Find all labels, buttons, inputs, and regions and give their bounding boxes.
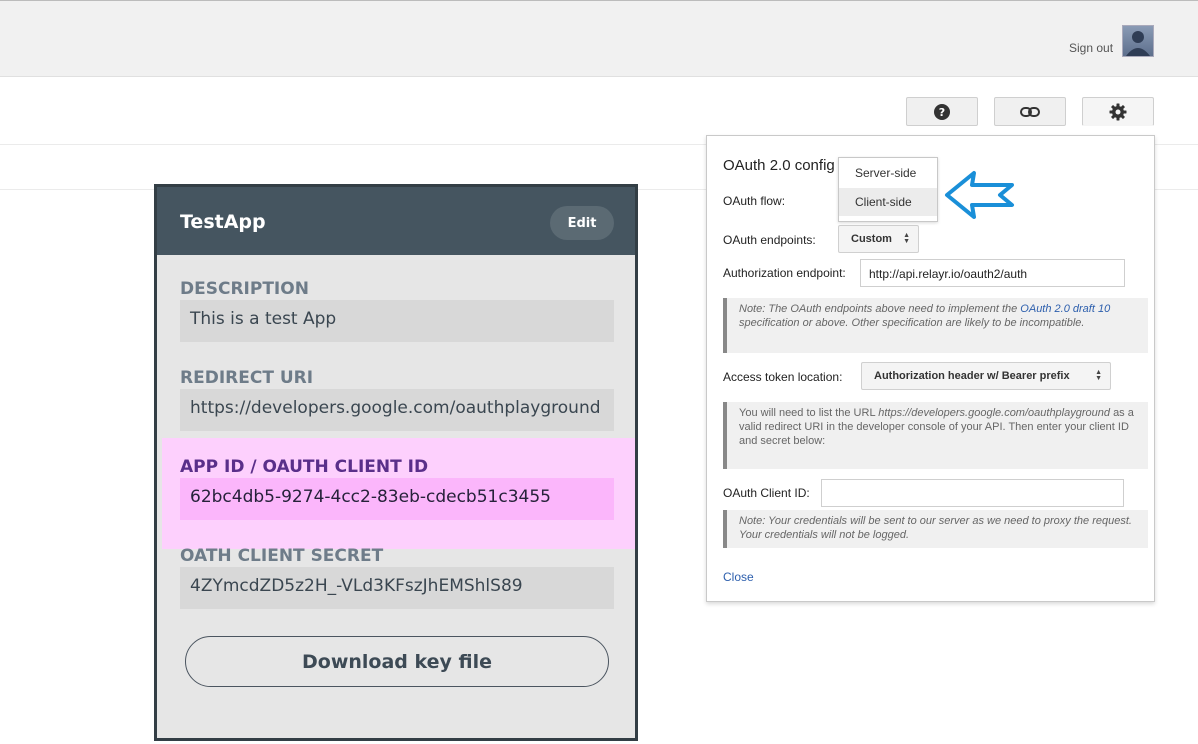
link-icon bbox=[1020, 106, 1040, 117]
access-token-location-select[interactable]: Authorization header w/ Bearer prefix ▲ ▼ bbox=[861, 362, 1111, 390]
client-id-value: 62bc4db5-9274-4cc2-83eb-cdecb51c3455 bbox=[180, 478, 614, 520]
settings-button[interactable] bbox=[1082, 97, 1154, 126]
oauth-endpoints-value: Custom bbox=[851, 233, 892, 245]
oauth-flow-label: OAuth flow: bbox=[723, 194, 786, 208]
note-text: specification or above. Other specificat… bbox=[739, 317, 1085, 329]
app-card-header: TestApp Edit bbox=[157, 187, 635, 255]
note-url: https://developers.google.com/oauthplayg… bbox=[878, 407, 1110, 419]
credentials-note: Note: Your credentials will be sent to o… bbox=[723, 510, 1148, 548]
oauth-flow-dropdown[interactable]: Server-side Client-side bbox=[838, 157, 938, 222]
pointer-arrow-icon bbox=[945, 171, 1014, 219]
redirect-url-note: You will need to list the URL https://de… bbox=[723, 402, 1148, 469]
client-secret-value: 4ZYmcdZD5z2H_-VLd3KFszJhEMShlS89 bbox=[180, 567, 614, 609]
client-id-label: APP ID / OAUTH CLIENT ID bbox=[180, 457, 429, 477]
redirect-uri-value: https://developers.google.com/oauthplayg… bbox=[180, 389, 614, 431]
access-token-location-value: Authorization header w/ Bearer prefix bbox=[874, 370, 1070, 382]
spinner-arrows-icon: ▲ ▼ bbox=[903, 232, 910, 245]
flow-option-client-side[interactable]: Client-side bbox=[839, 188, 937, 216]
client-secret-label: OATH CLIENT SECRET bbox=[180, 546, 384, 566]
gear-icon bbox=[1109, 103, 1127, 120]
flow-option-server-side[interactable]: Server-side bbox=[839, 159, 937, 187]
description-value: This is a test App bbox=[180, 300, 614, 342]
access-token-location-label: Access token location: bbox=[723, 370, 843, 384]
oauth-endpoints-label: OAuth endpoints: bbox=[723, 233, 816, 247]
authorization-endpoint-label: Authorization endpoint: bbox=[723, 266, 846, 280]
app-card: TestApp Edit DESCRIPTION This is a test … bbox=[154, 184, 638, 741]
help-button[interactable]: ? bbox=[906, 97, 978, 126]
oauth-endpoints-select[interactable]: Custom ▲ ▼ bbox=[838, 225, 919, 253]
close-link[interactable]: Close bbox=[723, 570, 754, 584]
help-icon: ? bbox=[934, 103, 950, 120]
spinner-arrows-icon: ▲ ▼ bbox=[1095, 369, 1102, 382]
endpoints-note: Note: The OAuth endpoints above need to … bbox=[723, 298, 1148, 353]
note-text: Note: The OAuth endpoints above need to … bbox=[739, 303, 1018, 315]
link-button[interactable] bbox=[994, 97, 1066, 126]
redirect-uri-label: REDIRECT URI bbox=[180, 368, 314, 388]
config-panel-title: OAuth 2.0 config bbox=[723, 157, 835, 174]
note-text: You will need to list the URL bbox=[739, 407, 876, 419]
svg-text:?: ? bbox=[939, 106, 945, 119]
edit-button[interactable]: Edit bbox=[550, 206, 614, 240]
description-label: DESCRIPTION bbox=[180, 279, 309, 299]
client-id-input[interactable] bbox=[821, 479, 1124, 507]
oauth-draft-link[interactable]: OAuth 2.0 draft 10 bbox=[1020, 303, 1110, 315]
app-title: TestApp bbox=[180, 211, 266, 233]
user-avatar-icon[interactable] bbox=[1122, 25, 1154, 57]
sign-out-link[interactable]: Sign out bbox=[1069, 41, 1113, 55]
download-key-file-button[interactable]: Download key file bbox=[185, 636, 609, 687]
top-bar: Sign out bbox=[0, 0, 1198, 77]
authorization-endpoint-input[interactable]: http://api.relayr.io/oauth2/auth bbox=[860, 259, 1125, 287]
client-id-field-label: OAuth Client ID: bbox=[723, 486, 810, 500]
